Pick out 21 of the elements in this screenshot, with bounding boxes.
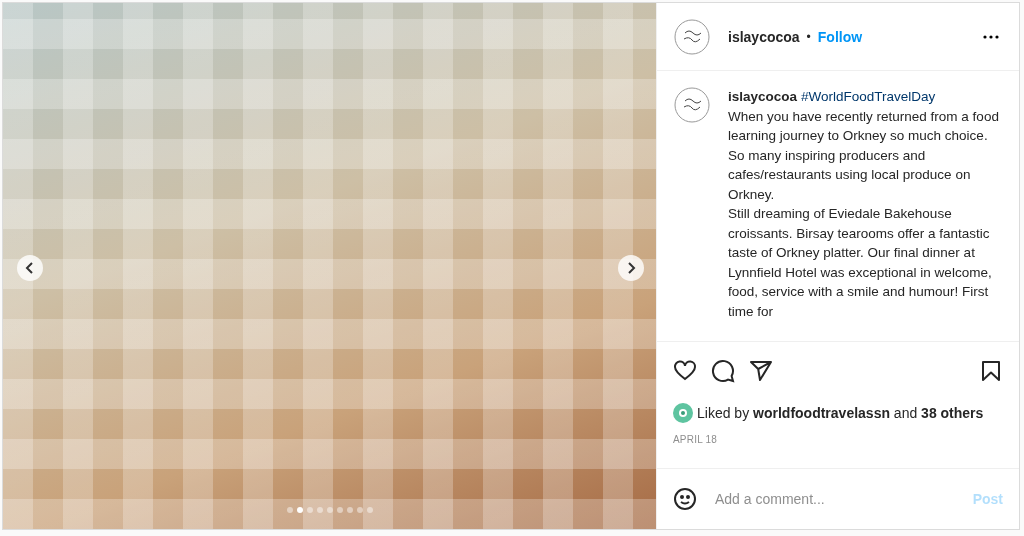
liker-avatar-icon — [673, 403, 693, 423]
username-link[interactable]: islaycocoa — [728, 28, 800, 45]
avatar-logo-icon[interactable] — [674, 18, 710, 55]
caption-username-link[interactable]: islaycocoa — [728, 89, 798, 104]
paper-plane-icon[interactable] — [749, 359, 773, 383]
hashtag-link[interactable]: #WorldFoodTravelDay — [801, 89, 936, 104]
avatar-logo-icon[interactable] — [674, 87, 710, 123]
caption-text: Still dreaming of Eviedale Bakehouse croissants. Birsay tearooms offer a fantastic taste of Orkney platter. Our final dinner at Lynnfield Hotel was exceptional in welcome, food, service with a smile and humour! First time for — [728, 205, 993, 321]
likes-text: Liked by worldfoodtravelassn and 38 others — [697, 405, 984, 421]
post-date: APRIL 18 — [672, 433, 719, 447]
speech-bubble-icon[interactable] — [711, 359, 735, 383]
smiley-icon[interactable] — [673, 487, 697, 511]
bookmark-icon[interactable] — [979, 359, 1003, 383]
chevron-right-icon — [626, 262, 636, 274]
separator-dot: • — [806, 29, 811, 44]
previous-button[interactable] — [17, 255, 43, 281]
caption-text: So many inspiring producers and cafes/restaurants using local produce on Orkney. — [728, 146, 972, 204]
heart-icon[interactable] — [673, 359, 697, 383]
caption-text: When you have recently returned from a food learning journey to Orkney so much choice. — [728, 107, 1000, 145]
next-button[interactable] — [618, 255, 644, 281]
chevron-left-icon — [25, 262, 35, 274]
